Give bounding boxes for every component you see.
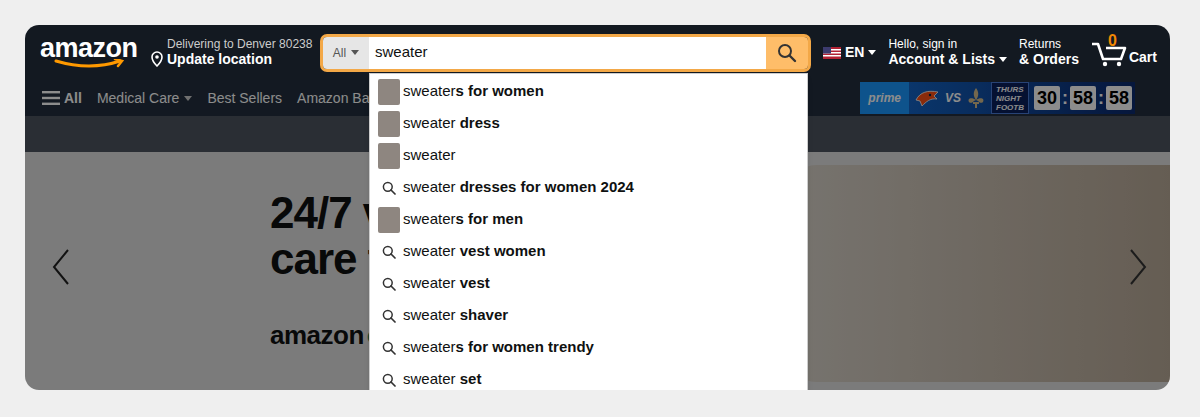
completion-text: s for women trendy (456, 336, 594, 359)
completion-text: dresses for women 2024 (456, 176, 634, 199)
suggestion-item[interactable]: sweater (370, 140, 807, 172)
completion-text: set (456, 368, 482, 390)
suggestion-item[interactable]: sweater vest women (370, 236, 807, 268)
cart-label[interactable]: Cart (1129, 49, 1157, 66)
suggestion-item[interactable]: sweater dresses for women 2024 (370, 172, 807, 204)
search-suggestion-marker (378, 239, 400, 265)
suggestion-item[interactable]: sweaters for women trendy (370, 332, 807, 364)
search-suggestion-marker (378, 175, 400, 201)
completion-text: dress (456, 112, 500, 135)
search-icon (382, 309, 396, 323)
suggestion-item[interactable]: sweater vest (370, 268, 807, 300)
typed-text: sweater (403, 240, 456, 263)
cart-button[interactable]: 0Cart (1091, 39, 1157, 67)
typed-text: sweater (403, 208, 456, 231)
product-thumbnail (378, 207, 400, 233)
typed-text: sweater (403, 368, 456, 390)
caret-down-icon (999, 57, 1007, 62)
language-selector[interactable]: EN (823, 42, 876, 63)
completion-text: vest (456, 272, 490, 295)
typed-text: sweater (403, 144, 456, 167)
search-input[interactable] (369, 37, 766, 69)
search-icon (382, 341, 396, 355)
orders-label[interactable]: & Orders (1019, 51, 1079, 68)
suggestion-item[interactable]: sweater set (370, 364, 807, 391)
search-suggestion-marker (378, 335, 400, 361)
search-icon (382, 277, 396, 291)
magnifier-icon (777, 43, 797, 63)
caret-down-icon (868, 50, 876, 55)
typed-text: sweater (403, 304, 456, 327)
browser-frame: amazon Delivering to Denver 80238Update l… (25, 25, 1170, 390)
us-flag-icon (823, 47, 841, 59)
account-menu[interactable]: Hello, sign inAccount & Lists (888, 37, 1007, 68)
category-label[interactable]: All (333, 44, 346, 62)
language-label[interactable]: EN (845, 42, 864, 63)
suggestions-dropdown: sweaters for womensweater dresssweatersw… (369, 73, 808, 391)
account-lists[interactable]: Account & Lists (888, 51, 995, 68)
search-icon (382, 373, 396, 387)
caret-down-icon (351, 50, 359, 55)
product-thumbnail (378, 143, 400, 169)
typed-text: sweater (403, 336, 456, 359)
completion-text: s for men (456, 208, 524, 231)
update-location[interactable]: Update location (167, 51, 310, 68)
returns-orders[interactable]: Returns& Orders (1019, 37, 1079, 68)
category-dropdown[interactable]: All (323, 37, 369, 69)
suggestion-item[interactable]: sweater dress (370, 108, 807, 140)
search-suggestion-marker (378, 303, 400, 329)
sign-in-greeting[interactable]: Hello, sign in (888, 37, 1007, 51)
location-selector[interactable]: Delivering to Denver 80238Update locatio… (150, 37, 310, 68)
search-button[interactable] (766, 37, 808, 69)
product-thumbnail (378, 79, 400, 105)
returns-label[interactable]: Returns (1019, 37, 1079, 51)
typed-text: sweater (403, 272, 456, 295)
search-icon (382, 181, 396, 195)
search-suggestion-marker (378, 271, 400, 297)
top-header: amazon Delivering to Denver 80238Update l… (25, 25, 1170, 80)
completion-text: vest women (456, 240, 546, 263)
amazon-logo[interactable]: amazon (40, 38, 140, 68)
typed-text: sweater (403, 80, 456, 103)
search-bar: Allsweaters for womensweater dresssweate… (320, 34, 811, 72)
cart-count: 0 (1108, 32, 1117, 50)
typed-text: sweater (403, 112, 456, 135)
typed-text: sweater (403, 176, 456, 199)
completion-text: s for women (456, 80, 544, 103)
completion-text: shaver (456, 304, 509, 327)
location-pin-icon (150, 51, 164, 67)
suggestion-item[interactable]: sweaters for women (370, 76, 807, 108)
search-suggestion-marker (378, 367, 400, 391)
delivery-location: Delivering to Denver 80238 (167, 37, 310, 51)
suggestion-item[interactable]: sweaters for men (370, 204, 807, 236)
suggestion-item[interactable]: sweater shaver (370, 300, 807, 332)
search-icon (382, 245, 396, 259)
smile-icon (54, 59, 126, 68)
product-thumbnail (378, 111, 400, 137)
logo-text[interactable]: amazon (40, 34, 140, 62)
